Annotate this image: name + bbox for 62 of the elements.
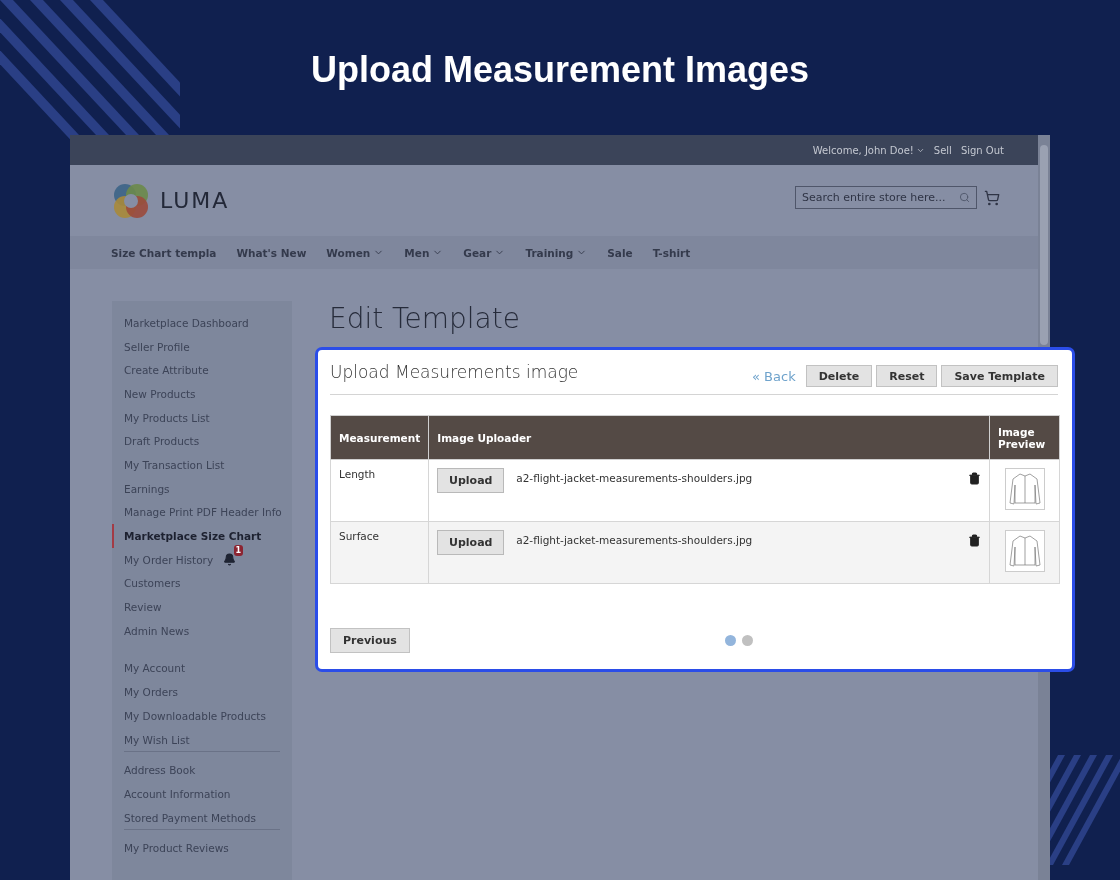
sidebar-link[interactable]: Stored Payment Methods [124,811,256,824]
nav-item[interactable]: Gear [463,246,506,259]
sidebar-link[interactable]: Marketplace Dashboard [124,316,249,329]
sidebar-link[interactable]: Create Attribute [124,364,209,377]
sidebar-link[interactable]: Admin News [124,624,190,637]
action-button[interactable]: Delete [805,365,873,387]
notification-badge: 1 [233,545,244,557]
measurement-name: Length [339,468,376,480]
file-name: a2-flight-jacket-measurements-shoulders.jpg [516,533,754,546]
nav-item[interactable]: Size Chart templa [111,246,217,259]
page-dot[interactable] [724,635,736,646]
sidebar-link[interactable]: Earnings [124,482,170,495]
sidebar-link[interactable]: Marketplace Size Chart [124,530,262,543]
welcome-menu[interactable]: Welcome, John Doe! [812,144,925,156]
page-heading: Upload Measurement Images [309,48,811,92]
upload-button[interactable]: Upload [437,468,505,493]
sidebar-link[interactable]: Manage Print PDF Header Info [124,506,282,519]
dialog-title: Upload Measurements image [330,362,579,382]
measurement-name: Surface [339,530,379,542]
nav-item[interactable]: Men [404,246,444,259]
logo-icon [112,181,150,220]
nav-item[interactable]: Training [525,246,588,259]
delete-icon[interactable] [968,472,981,485]
bell-icon[interactable] [223,553,237,567]
action-button[interactable]: Reset [876,365,938,387]
sidebar-link[interactable]: Review [124,601,162,614]
search-icon[interactable] [959,192,970,203]
delete-icon[interactable] [968,534,981,547]
sidebar-link[interactable]: Customers [124,577,181,590]
sidebar-link[interactable]: Account Information [124,787,231,800]
search-field[interactable]: Search entire store here... [795,186,977,209]
sidebar-link[interactable]: My Account [124,662,185,675]
page-dot[interactable] [741,635,753,646]
column-header: Measurement [330,415,429,460]
sidebar-link[interactable]: My Transaction List [124,458,225,471]
sidebar-link[interactable]: Seller Profile [124,340,190,353]
header-link[interactable]: Sell [933,144,952,156]
previous-button[interactable]: Previous [330,628,410,653]
cart-icon[interactable] [984,189,1000,206]
sidebar-link[interactable]: My Orders [124,686,178,699]
logo-text: LUMA [160,188,230,213]
action-button[interactable]: Save Template [941,365,1058,387]
sidebar-link[interactable]: Draft Products [124,435,200,448]
upload-button[interactable]: Upload [437,530,505,555]
scrollbar-thumb[interactable] [1040,145,1048,345]
page-title: Edit Template [329,301,520,337]
sidebar-link[interactable]: New Products [124,387,196,400]
sidebar-link[interactable]: My Order History [124,553,214,566]
sidebar-link[interactable]: My Products List [124,411,210,424]
header-link[interactable]: Sign Out [960,144,1004,156]
nav-item[interactable]: Sale [607,246,633,259]
back-link[interactable]: « Back [752,368,796,384]
nav-item[interactable]: Women [326,246,385,259]
column-header: Image Uploader [428,415,990,460]
sidebar-link[interactable]: My Product Reviews [124,842,229,855]
sidebar-link[interactable]: My Downloadable Products [124,709,266,722]
nav-item[interactable]: What's New [236,246,307,259]
nav-item[interactable]: T-shirt [652,246,691,259]
column-header: Image Preview [989,415,1060,460]
sidebar-link[interactable]: Address Book [124,764,196,777]
file-name: a2-flight-jacket-measurements-shoulders.jpg [516,471,754,484]
sidebar-link[interactable]: My Wish List [124,733,190,746]
